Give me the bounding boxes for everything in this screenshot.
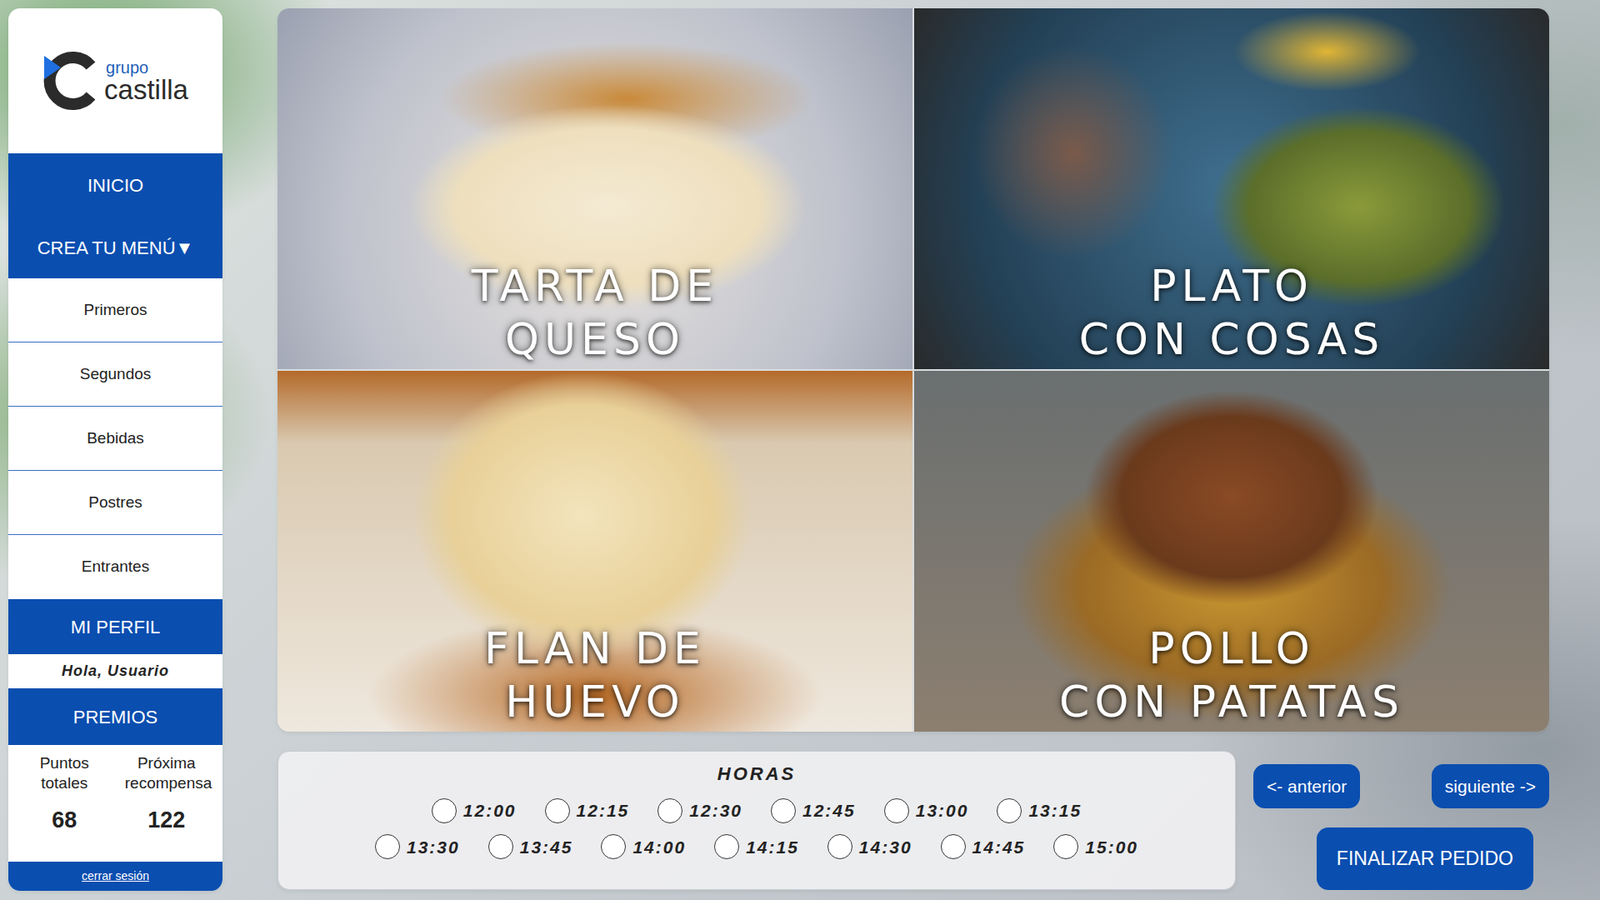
dish-name: PLATOCON COSAS — [1079, 259, 1385, 366]
logo-big-text: castilla — [104, 75, 189, 104]
finish-order-button[interactable]: FINALIZAR PEDIDO — [1316, 827, 1534, 890]
sidebar: grupocastillaINICIOCREA TU MENÚ▼Primeros… — [8, 8, 223, 891]
time-slot[interactable]: 15:00 — [1053, 834, 1139, 861]
profile-link[interactable]: MI PERFIL — [8, 599, 223, 655]
pager: <- anterior siguiente -> — [1253, 764, 1550, 809]
previous-button[interactable]: <- anterior — [1253, 764, 1360, 809]
stat-value: 68 — [51, 803, 77, 838]
dish-name-line: FLAN DE — [484, 621, 706, 675]
time-slot[interactable]: 12:00 — [431, 797, 517, 825]
time-label: 13:15 — [1028, 797, 1082, 825]
reward-stat: Próxima recompensa 122 — [125, 753, 209, 862]
logout-link[interactable]: cerrar sesión — [8, 861, 223, 891]
sidebar-item[interactable]: Postres — [8, 470, 223, 535]
rewards-link[interactable]: PREMIOS — [8, 688, 223, 745]
time-radio[interactable] — [1053, 834, 1079, 860]
dish-name: FLAN DEHUEVO — [484, 621, 706, 729]
time-radio[interactable] — [884, 798, 910, 824]
time-slot[interactable]: 14:30 — [827, 834, 913, 861]
main-content: TARTA DEQUESO PLATOCON COSAS FLAN DEHUEVO P… — [277, 8, 1550, 891]
time-label: 13:00 — [915, 797, 970, 825]
dish-tile[interactable]: FLAN DEHUEVO — [277, 370, 913, 732]
time-slot[interactable]: 14:15 — [714, 834, 800, 861]
hours-title: HORAS — [717, 760, 796, 788]
time-label: 15:00 — [1085, 834, 1139, 861]
rewards-stats: Puntos totales 68 Próxima recompensa 122 — [8, 745, 223, 862]
time-slot[interactable]: 13:30 — [375, 834, 460, 861]
time-label: 13:30 — [406, 834, 460, 861]
time-label: 12:00 — [463, 797, 517, 825]
page: grupocastillaINICIOCREA TU MENÚ▼Primeros… — [0, 0, 1600, 900]
time-slot[interactable]: 13:00 — [884, 797, 970, 825]
bottom-bar: HORAS 12:00 12:15 12:30 12:45 13:00 13:15 13:30… — [277, 750, 1550, 890]
time-radio[interactable] — [545, 798, 570, 824]
time-radio[interactable] — [431, 798, 457, 824]
time-radio[interactable] — [657, 798, 683, 824]
time-label: 14:45 — [972, 834, 1026, 861]
dish-grid: TARTA DEQUESO PLATOCON COSAS FLAN DEHUEVO P… — [277, 8, 1550, 732]
time-radio[interactable] — [488, 834, 514, 860]
next-button[interactable]: siguiente -> — [1431, 764, 1550, 809]
logo-icon — [42, 50, 98, 111]
logo-text: grupocastilla — [104, 59, 189, 104]
time-slot[interactable]: 13:15 — [996, 797, 1082, 825]
time-label: 12:30 — [689, 797, 743, 825]
time-slot[interactable]: 13:45 — [488, 834, 574, 861]
time-radio[interactable] — [375, 834, 400, 860]
sidebar-item[interactable]: Segundos — [8, 342, 223, 407]
dish-name-line: TARTA DE — [471, 259, 719, 313]
reward-stat: Puntos totales 68 — [22, 753, 106, 862]
greeting: Hola, Usuario — [8, 654, 223, 689]
time-slot[interactable]: 12:15 — [545, 797, 630, 825]
dish-name-line: POLLO — [1059, 621, 1405, 675]
dish-tile[interactable]: TARTA DEQUESO — [277, 8, 913, 370]
time-radio[interactable] — [770, 798, 796, 824]
hours-row: 12:00 12:15 12:30 12:45 13:00 13:15 — [431, 797, 1082, 825]
stat-label: Puntos totales — [22, 753, 106, 795]
time-label: 12:15 — [576, 797, 630, 825]
time-label: 14:00 — [632, 834, 686, 861]
hours-panel: HORAS 12:00 12:15 12:30 12:45 13:00 13:15 13:30… — [277, 750, 1236, 890]
sidebar-item[interactable]: Entrantes — [8, 535, 223, 600]
dish-name: POLLOCON PATATAS — [1059, 621, 1405, 729]
dish-name-line: CON COSAS — [1079, 312, 1385, 366]
stat-label: Próxima recompensa — [125, 753, 209, 795]
time-label: 14:15 — [745, 834, 800, 861]
stat-value: 122 — [147, 803, 185, 838]
home-link[interactable]: INICIO — [8, 153, 223, 217]
hours-row: 13:30 13:45 14:00 14:15 14:30 14:45 15:00 — [375, 834, 1139, 861]
logo[interactable]: grupocastilla — [8, 8, 223, 154]
time-slot[interactable]: 12:45 — [770, 797, 856, 825]
time-radio[interactable] — [996, 798, 1022, 824]
time-label: 14:30 — [859, 834, 913, 861]
time-radio[interactable] — [940, 834, 966, 860]
menu-toggle[interactable]: CREA TU MENÚ▼ — [8, 216, 223, 279]
time-radio[interactable] — [827, 834, 853, 860]
time-slot[interactable]: 14:00 — [600, 834, 686, 861]
menu-submenu: PrimerosSegundosBebidasPostresEntrantes — [8, 278, 223, 600]
time-label: 12:45 — [802, 797, 856, 825]
time-slot[interactable]: 14:45 — [940, 834, 1026, 861]
dropdown-arrow-icon: ▼ — [175, 234, 195, 262]
dish-tile[interactable]: POLLOCON PATATAS — [914, 370, 1550, 732]
time-label: 13:45 — [520, 834, 574, 861]
menu-label: CREA TU MENÚ — [37, 234, 176, 262]
dish-tile[interactable]: PLATOCON COSAS — [914, 8, 1550, 370]
sidebar-item[interactable]: Bebidas — [8, 406, 223, 471]
sidebar-item[interactable]: Primeros — [8, 278, 223, 343]
actions: <- anterior siguiente -> FINALIZAR PEDIDO — [1253, 750, 1550, 890]
dish-name-line: CON PATATAS — [1059, 675, 1405, 729]
logo-small-text: grupo — [104, 59, 189, 76]
dish-name: TARTA DEQUESO — [471, 259, 719, 366]
time-radio[interactable] — [714, 834, 740, 860]
dish-name-line: PLATO — [1079, 259, 1385, 313]
time-radio[interactable] — [600, 834, 626, 860]
dish-name-line: HUEVO — [484, 675, 706, 729]
time-slot[interactable]: 12:30 — [657, 797, 743, 825]
dish-name-line: QUESO — [471, 312, 719, 366]
